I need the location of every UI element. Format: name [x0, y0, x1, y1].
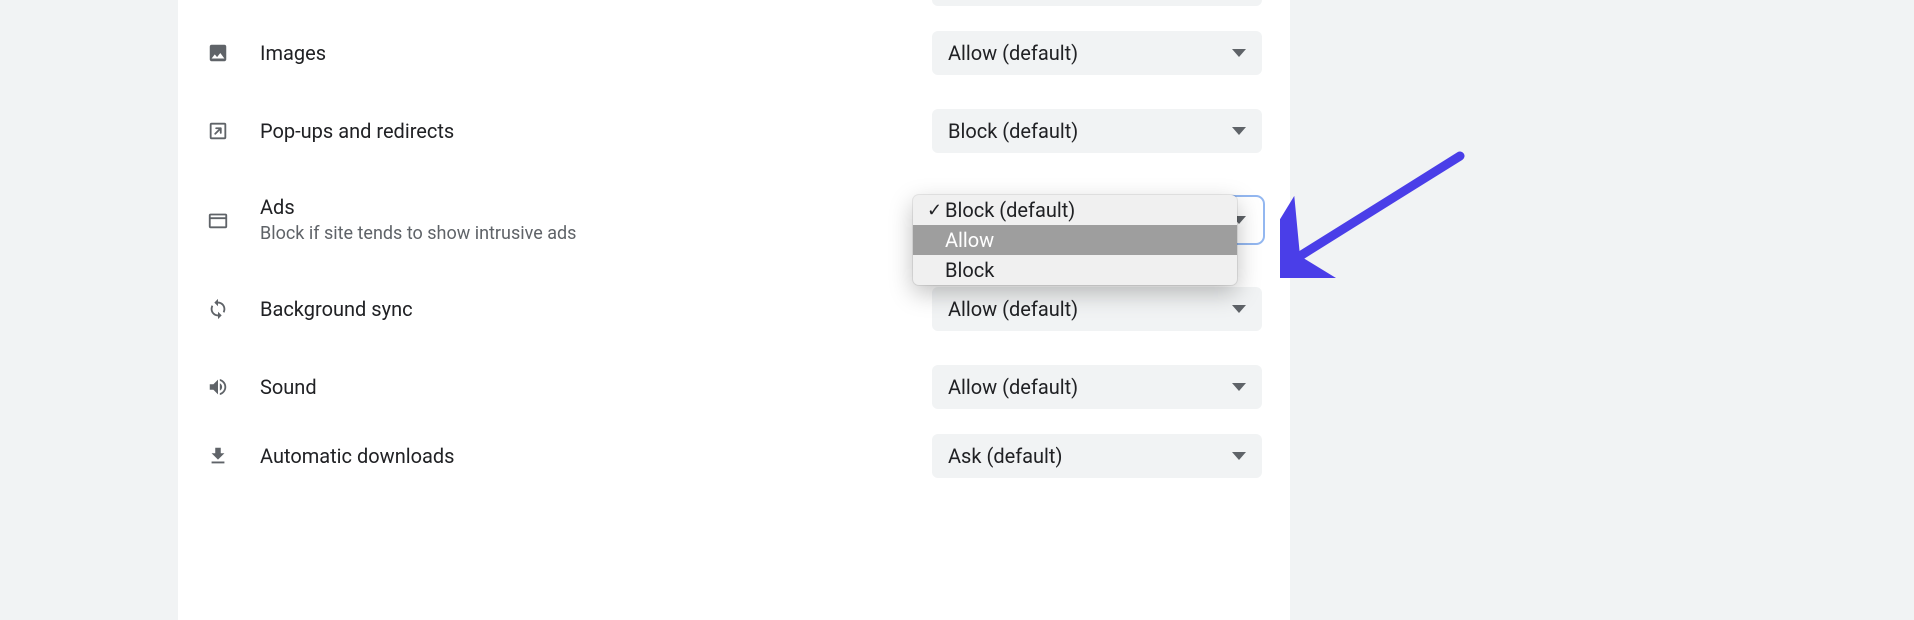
ads-dropdown[interactable]: ✓ Block (default) Allow Block [913, 195, 1237, 285]
setting-row-images: Images Allow (default) [178, 14, 1290, 92]
option-label: Allow [945, 228, 994, 252]
chevron-down-icon [1232, 305, 1246, 313]
ads-icon [206, 208, 230, 232]
popup-icon [206, 119, 230, 143]
autodl-select[interactable]: Ask (default) [932, 434, 1262, 478]
setting-label: Images [260, 40, 932, 66]
popups-select[interactable]: Block (default) [932, 109, 1262, 153]
chevron-down-icon [1232, 383, 1246, 391]
setting-label: Background sync [260, 296, 932, 322]
chevron-down-icon [1232, 127, 1246, 135]
dropdown-option[interactable]: ✓ Block (default) [913, 195, 1237, 225]
setting-label: Automatic downloads [260, 443, 932, 469]
option-label: Block [945, 258, 994, 282]
flash-select[interactable]: Ask (default) [932, 0, 1262, 6]
setting-label: Ads [260, 194, 932, 220]
select-value: Allow (default) [948, 297, 1078, 321]
setting-row-sound: Sound Allow (default) [178, 348, 1290, 426]
select-value: Block (default) [948, 119, 1078, 143]
annotation-arrow [1280, 148, 1470, 278]
check-icon: ✓ [927, 200, 945, 221]
settings-panel: Flash Ask (default) Images Allow (defaul… [178, 0, 1290, 620]
image-icon [206, 41, 230, 65]
setting-row-flash: Flash Ask (default) [178, 0, 1290, 14]
images-select[interactable]: Allow (default) [932, 31, 1262, 75]
chevron-down-icon [1232, 452, 1246, 460]
option-label: Block (default) [945, 198, 1075, 222]
dropdown-option[interactable]: Allow [913, 225, 1237, 255]
setting-label: Sound [260, 374, 932, 400]
select-value: Ask (default) [948, 444, 1062, 468]
sync-icon [206, 297, 230, 321]
dropdown-option[interactable]: Block [913, 255, 1237, 285]
sound-icon [206, 375, 230, 399]
bgsync-select[interactable]: Allow (default) [932, 287, 1262, 331]
select-value: Allow (default) [948, 375, 1078, 399]
download-icon [206, 444, 230, 468]
setting-row-ads: Ads Block if site tends to show intrusiv… [178, 170, 1290, 270]
select-value: Allow (default) [948, 41, 1078, 65]
setting-row-popups: Pop-ups and redirects Block (default) [178, 92, 1290, 170]
setting-label: Pop-ups and redirects [260, 118, 932, 144]
sound-select[interactable]: Allow (default) [932, 365, 1262, 409]
setting-row-autodl: Automatic downloads Ask (default) [178, 426, 1290, 486]
chevron-down-icon [1232, 49, 1246, 57]
setting-sublabel: Block if site tends to show intrusive ad… [260, 222, 932, 246]
